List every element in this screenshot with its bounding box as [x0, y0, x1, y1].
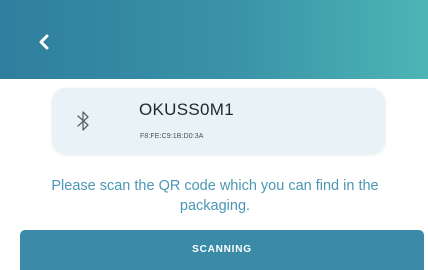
header-bar — [0, 0, 428, 79]
bluetooth-icon — [77, 111, 89, 131]
scanning-button[interactable]: SCANNING — [20, 230, 424, 270]
chevron-left-icon — [39, 34, 49, 50]
device-mac-address: F8:FE:C9:1B:D0:3A — [140, 133, 204, 140]
back-button[interactable] — [32, 30, 56, 54]
device-card[interactable]: OKUSS0M1 F8:FE:C9:1B:D0:3A — [52, 88, 385, 154]
scan-instruction-text: Please scan the QR code which you can fi… — [51, 178, 379, 214]
device-name: OKUSS0M1 — [139, 100, 234, 119]
